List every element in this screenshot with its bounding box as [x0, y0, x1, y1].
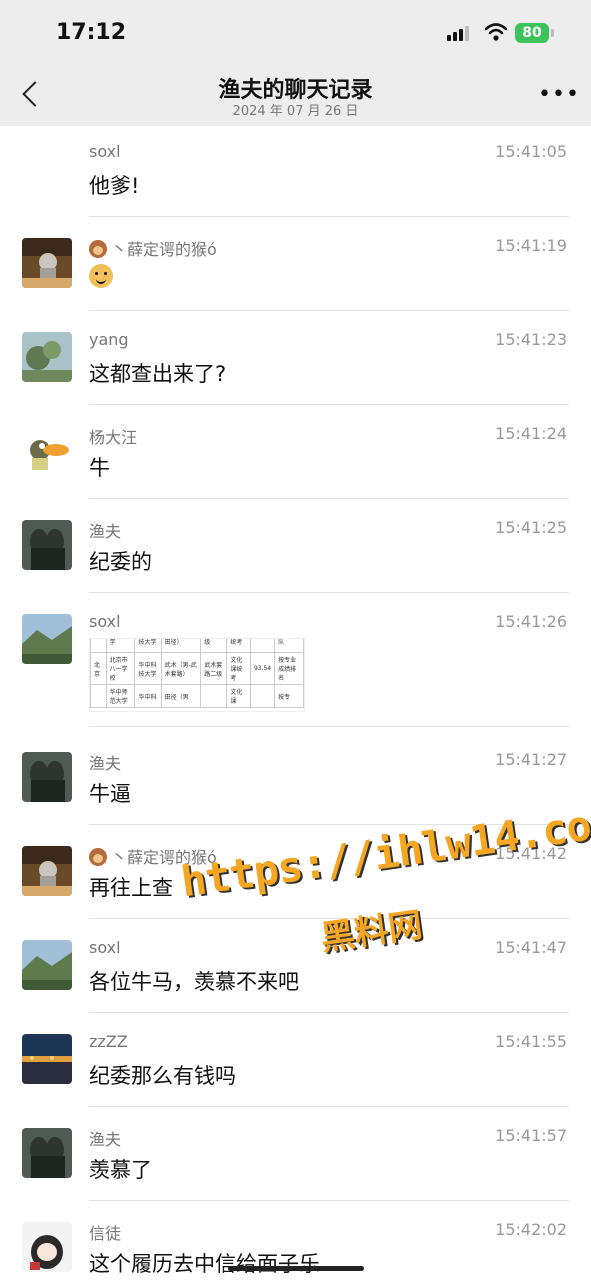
sender-name: 杨大汪	[89, 428, 138, 447]
message-text: 羡慕了	[89, 1158, 152, 1182]
divider	[89, 1012, 569, 1013]
divider	[89, 592, 569, 593]
message-text: 牛逼	[89, 782, 131, 806]
home-indicator	[228, 1266, 364, 1271]
more-options-button[interactable]: •••	[538, 82, 580, 107]
message-item[interactable]: soxl 15:41:47 各位牛马，羡慕不来吧	[0, 922, 591, 1016]
avatar[interactable]	[22, 238, 72, 288]
sender-name: zzZZ	[89, 1032, 128, 1051]
message-time: 15:41:19	[495, 236, 567, 255]
avatar[interactable]	[22, 426, 72, 476]
signal-icon	[447, 26, 469, 41]
divider	[89, 310, 569, 311]
table-row: 北京 北京市八一学校 华中科技大学 武术（男-武术套路） 武术套路二级 文化课统考 93.5…	[90, 652, 304, 685]
message-time: 15:41:26	[495, 612, 567, 631]
avatar[interactable]	[22, 520, 72, 570]
divider	[89, 498, 569, 499]
message-text: 纪委的	[89, 550, 152, 574]
message-item[interactable]: zzZZ 15:41:55 纪委那么有钱吗	[0, 1016, 591, 1110]
message-time: 15:42:02	[495, 1220, 567, 1239]
message-time: 15:41:47	[495, 938, 567, 957]
top-bar: 17:12 80 渔夫的聊天记录 2024 年 07 月 26 日 •••	[0, 0, 591, 126]
avatar[interactable]	[22, 1128, 72, 1178]
message-text: 他爹!	[89, 174, 140, 198]
status-time: 17:12	[56, 20, 127, 45]
avatar[interactable]	[22, 846, 72, 896]
message-item[interactable]: 渔夫 15:41:57 羡慕了	[0, 1110, 591, 1204]
message-text: 纪委那么有钱吗	[89, 1064, 236, 1088]
divider	[89, 216, 569, 217]
sender-name: yang	[89, 330, 129, 349]
avatar[interactable]	[22, 614, 72, 664]
wifi-icon	[485, 23, 507, 41]
monkey-emoji-icon	[89, 240, 107, 258]
message-item[interactable]: soxl 15:41:05 他爹!	[0, 126, 591, 220]
message-time: 15:41:05	[495, 142, 567, 161]
sender-name: soxl	[89, 612, 121, 631]
battery-icon: 80	[515, 23, 554, 43]
message-text: 再往上查	[89, 876, 173, 900]
monkey-emoji-icon	[89, 848, 107, 866]
sender-name: 渔夫	[89, 1130, 122, 1149]
divider	[89, 1106, 569, 1107]
message-item[interactable]: 杨大汪 15:41:24 牛	[0, 408, 591, 502]
message-time: 15:41:23	[495, 330, 567, 349]
divider	[89, 1200, 569, 1201]
chat-date: 2024 年 07 月 26 日	[232, 104, 359, 119]
message-text: 这都查出来了?	[89, 362, 227, 386]
table-row: 华中师范大学 华中科 田径（男 文化课 按专	[90, 684, 304, 708]
message-time: 15:41:24	[495, 424, 567, 443]
message-time: 15:41:25	[495, 518, 567, 537]
message-text: 牛	[89, 456, 110, 480]
sender-name: 渔夫	[89, 754, 122, 773]
message-item[interactable]: yang 15:41:23 这都查出来了?	[0, 314, 591, 408]
table-row: 学技大学 田径）级统考队	[90, 639, 304, 653]
avatar[interactable]	[22, 752, 72, 802]
message-time: 15:41:55	[495, 1032, 567, 1051]
divider	[89, 726, 569, 727]
avatar[interactable]	[22, 332, 72, 382]
message-time: 15:41:27	[495, 750, 567, 769]
message-time: 15:41:57	[495, 1126, 567, 1145]
divider	[89, 404, 569, 405]
message-item[interactable]: 渔夫 15:41:27 牛逼	[0, 730, 591, 825]
message-text: 各位牛马，羡慕不来吧	[89, 970, 299, 994]
avatar[interactable]	[22, 940, 72, 990]
avatar[interactable]	[22, 1034, 72, 1084]
avatar[interactable]	[22, 1222, 72, 1272]
table-image[interactable]: 学技大学 田径）级统考队 北京 北京市八一学校 华中科技大学 武术（男-武术套路） 武术套…	[89, 638, 305, 712]
doge-sticker-icon[interactable]	[89, 264, 113, 292]
sender-name: 信徒	[89, 1224, 122, 1243]
sender-name: 丶薛定谔的猴ó	[89, 236, 217, 260]
message-item[interactable]: 丶薛定谔的猴ó 15:41:19	[0, 220, 591, 314]
sender-name: 渔夫	[89, 522, 122, 541]
sender-name: soxl	[89, 142, 121, 161]
message-text: 这个履历去中信给面子乐	[89, 1252, 320, 1276]
message-item[interactable]: 渔夫 15:41:25 纪委的	[0, 502, 591, 596]
sender-name: soxl	[89, 938, 121, 957]
